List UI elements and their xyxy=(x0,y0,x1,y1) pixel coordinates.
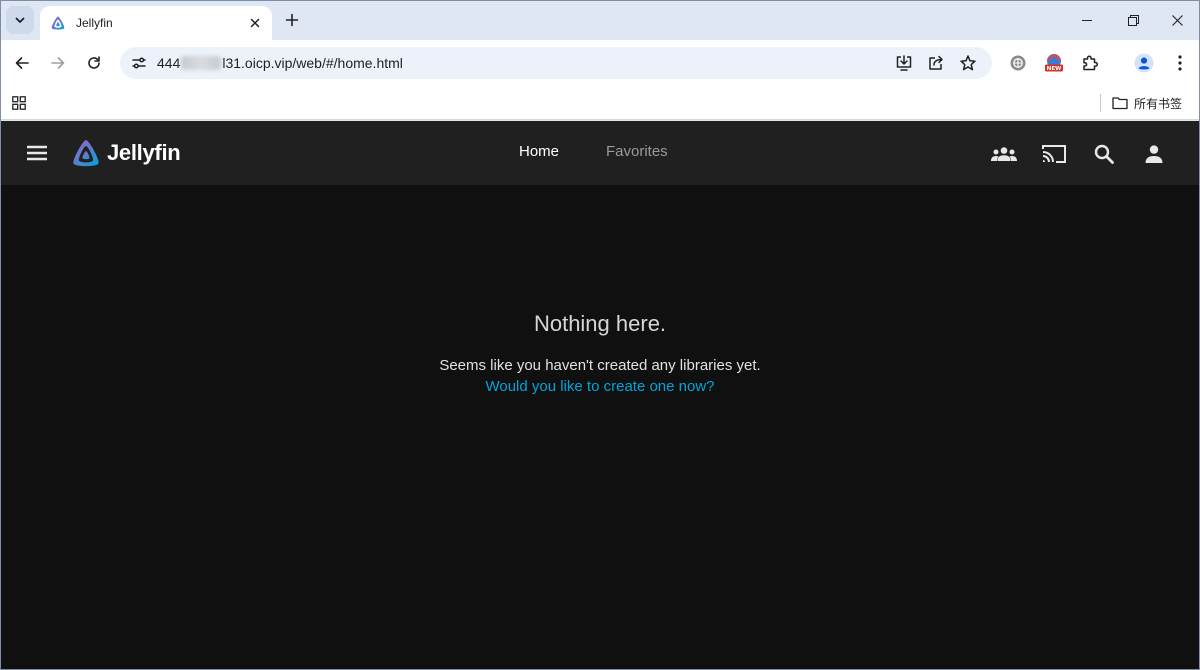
all-bookmarks-label: 所有书签 xyxy=(1134,96,1183,111)
bookmarks-divider xyxy=(1100,94,1101,112)
extension-new-icon: NEW xyxy=(1045,54,1063,72)
main-menu-button[interactable] xyxy=(23,139,51,167)
plus-icon xyxy=(285,13,299,27)
url-text: 444 l31.oicp.vip/web/#/home.html xyxy=(157,55,403,71)
empty-state-message: Seems like you haven't created any libra… xyxy=(439,357,761,374)
close-icon xyxy=(1171,14,1183,26)
minimize-button[interactable] xyxy=(1064,0,1110,40)
apps-button[interactable] xyxy=(8,92,30,114)
jellyfin-logo-icon xyxy=(73,140,99,167)
tab-title: Jellyfin xyxy=(76,16,113,30)
reload-button[interactable] xyxy=(80,49,108,77)
profile-button[interactable] xyxy=(1130,49,1158,77)
jellyfin-page: Jellyfin Home Favorites Nothing here. Se… xyxy=(1,121,1199,669)
logo-text: Jellyfin xyxy=(107,140,181,165)
new-extension-button[interactable]: NEW xyxy=(1040,49,1068,77)
empty-state: Nothing here. Seems like you haven't cre… xyxy=(1,311,1199,395)
cast-icon xyxy=(1042,145,1066,163)
jellyfin-header: Jellyfin Home Favorites xyxy=(1,121,1199,185)
address-bar[interactable]: 444 l31.oicp.vip/web/#/home.html xyxy=(120,47,992,79)
profile-icon xyxy=(1134,53,1154,73)
forward-button[interactable] xyxy=(44,49,72,77)
chevron-down-icon xyxy=(15,17,25,23)
create-library-link[interactable]: Would you like to create one now? xyxy=(1,378,1199,395)
back-button[interactable] xyxy=(8,49,36,77)
more-vert-icon xyxy=(1178,55,1182,71)
share-icon xyxy=(929,55,943,70)
folder-icon xyxy=(1112,97,1128,110)
browser-menu-button[interactable] xyxy=(1166,49,1194,77)
apps-grid-icon xyxy=(12,96,26,110)
minimize-icon xyxy=(1082,20,1092,21)
search-icon xyxy=(1094,144,1114,164)
tab-favorites[interactable]: Favorites xyxy=(606,143,668,160)
browser-tabstrip: Jellyfin xyxy=(0,0,1200,40)
translate-extension-button[interactable] xyxy=(1004,49,1032,77)
cast-button[interactable] xyxy=(1039,139,1069,169)
forward-icon xyxy=(51,57,65,69)
url-suffix: l31.oicp.vip/web/#/home.html xyxy=(222,55,403,71)
tab-search-button[interactable] xyxy=(6,6,34,34)
empty-state-title: Nothing here. xyxy=(533,311,667,336)
star-icon xyxy=(960,55,976,71)
jellyfin-favicon xyxy=(50,15,66,31)
site-info-button[interactable] xyxy=(124,48,154,78)
share-button[interactable] xyxy=(922,49,950,77)
group-icon xyxy=(991,147,1017,161)
restore-button[interactable] xyxy=(1110,0,1156,40)
url-redacted xyxy=(181,56,222,70)
tab-home[interactable]: Home xyxy=(519,143,559,160)
install-app-button[interactable] xyxy=(890,49,918,77)
syncplay-button[interactable] xyxy=(989,139,1019,169)
browser-tab-jellyfin[interactable]: Jellyfin xyxy=(40,6,272,40)
tune-icon xyxy=(132,57,146,69)
extensions-button[interactable] xyxy=(1076,49,1104,77)
puzzle-icon xyxy=(1083,55,1099,71)
new-tab-button[interactable] xyxy=(280,8,304,32)
bookmark-star-button[interactable] xyxy=(954,49,982,77)
install-app-icon xyxy=(896,55,912,71)
all-bookmarks-folder[interactable]: 所有书签 xyxy=(1112,91,1182,115)
back-icon xyxy=(15,57,29,69)
search-button[interactable] xyxy=(1089,139,1119,169)
bookmarks-bar: 所有书签 xyxy=(0,86,1200,120)
reload-icon xyxy=(88,56,100,69)
hamburger-menu-icon xyxy=(27,145,47,161)
restore-icon xyxy=(1127,14,1139,26)
translate-icon xyxy=(1010,55,1026,71)
user-menu-button[interactable] xyxy=(1139,139,1169,169)
extension-badge: NEW xyxy=(1047,66,1062,72)
user-icon xyxy=(1145,145,1163,163)
url-prefix: 444 xyxy=(157,55,181,71)
close-icon xyxy=(250,18,260,28)
tab-close-button[interactable] xyxy=(246,14,264,32)
browser-toolbar: 444 l31.oicp.vip/web/#/home.html NEW xyxy=(0,40,1200,86)
close-window-button[interactable] xyxy=(1154,0,1200,40)
jellyfin-logo[interactable]: Jellyfin xyxy=(70,137,181,169)
